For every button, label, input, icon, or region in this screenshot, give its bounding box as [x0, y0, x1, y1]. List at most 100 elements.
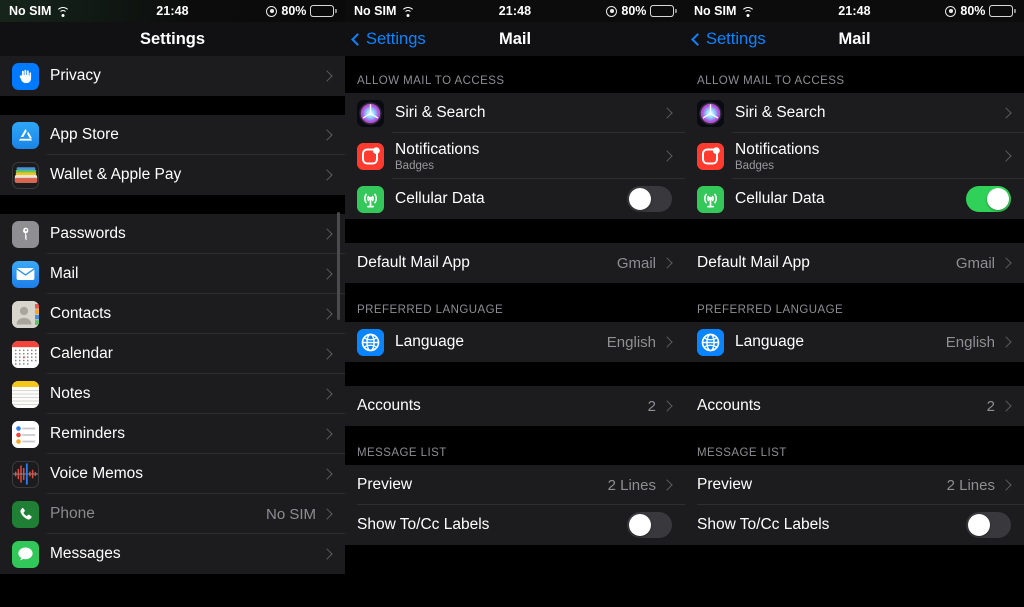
row-contacts[interactable]: Contacts: [0, 294, 345, 334]
notifications-icon: [357, 142, 384, 170]
row-default-mail-app[interactable]: Default Mail App Gmail: [685, 243, 1024, 283]
row-value: No SIM: [265, 505, 316, 523]
phone-icon: [12, 500, 39, 528]
row-privacy[interactable]: Privacy: [0, 56, 345, 96]
chevron-right-icon: [321, 228, 333, 240]
clock-label: 21:48: [498, 4, 532, 18]
row-value: 2: [647, 397, 656, 415]
row-text: Notes: [50, 385, 323, 403]
chevron-right-icon: [1000, 150, 1012, 162]
row-phone[interactable]: Phone No SIM: [0, 494, 345, 534]
chevron-right-icon: [1000, 257, 1012, 269]
scroll-indicator[interactable]: [337, 212, 340, 320]
row-text: Cellular Data: [395, 190, 627, 208]
notes-icon: [12, 380, 39, 408]
messages-icon: [12, 540, 39, 568]
clock-label: 21:48: [838, 4, 871, 18]
row-label: Privacy: [50, 67, 101, 84]
toggle-cellular-data[interactable]: [966, 186, 1011, 212]
row-preview[interactable]: Preview 2 Lines: [685, 465, 1024, 505]
row-text: Notifications Badges: [735, 141, 1002, 172]
chevron-right-icon: [321, 129, 333, 141]
group-gap: [345, 219, 685, 243]
app-store-icon: [12, 121, 39, 149]
row-language[interactable]: Language English: [685, 322, 1024, 362]
group-gap: [345, 426, 685, 448]
row-wallet-apple-pay[interactable]: Wallet & Apple Pay: [0, 155, 345, 195]
row-voice-memos[interactable]: Voice Memos: [0, 454, 345, 494]
row-cellular-data[interactable]: Cellular Data: [345, 179, 685, 219]
row-app-store[interactable]: App Store: [0, 115, 345, 155]
row-value: English: [945, 333, 995, 351]
row-text: Siri & Search: [735, 104, 1002, 122]
row-accounts[interactable]: Accounts 2: [685, 386, 1024, 426]
group-gap: [0, 195, 345, 214]
back-button[interactable]: Settings: [345, 30, 426, 49]
chevron-right-icon: [321, 548, 333, 560]
mail-scroll-area[interactable]: ALLOW MAIL TO ACCESS Siri & Search Notific…: [685, 56, 1024, 545]
chevron-right-icon: [321, 70, 333, 82]
sidebar-navbar: Settings: [0, 22, 345, 56]
mail-scroll-area[interactable]: ALLOW MAIL TO ACCESS Siri & Search Notific…: [345, 56, 685, 545]
row-text: Show To/Cc Labels: [697, 516, 966, 534]
mail-envelope-icon: [12, 260, 39, 288]
toggle-cellular-data[interactable]: [627, 186, 672, 212]
row-value: 2 Lines: [946, 476, 995, 494]
row-siri-search[interactable]: Siri & Search: [685, 93, 1024, 133]
section-header-message-list: MESSAGE LIST: [685, 447, 1024, 465]
row-label: Wallet & Apple Pay: [50, 166, 182, 183]
location-services-icon: [606, 5, 618, 17]
row-notifications[interactable]: Notifications Badges: [345, 133, 685, 179]
row-passwords[interactable]: Passwords: [0, 214, 345, 254]
row-reminders[interactable]: Reminders: [0, 414, 345, 454]
row-calendar[interactable]: Calendar: [0, 334, 345, 374]
privacy-hand-icon: [12, 62, 39, 90]
toggle-show-to-cc-labels[interactable]: [966, 512, 1011, 538]
section-header-allow-mail-to-access: ALLOW MAIL TO ACCESS: [685, 75, 1024, 93]
three-panel-screenshot: No SIM 21:48 80% Settings Privacy App Sto…: [0, 0, 1024, 607]
voice-memos-icon: [12, 460, 39, 488]
row-notes[interactable]: Notes: [0, 374, 345, 414]
row-label: Notifications: [735, 140, 820, 158]
chevron-right-icon: [321, 388, 333, 400]
settings-scroll-area[interactable]: Privacy App Store Wallet & Apple Pay Passwo…: [0, 56, 345, 574]
row-text: Default Mail App: [697, 254, 956, 272]
row-default-mail-app[interactable]: Default Mail App Gmail: [345, 243, 685, 283]
row-label: Passwords: [50, 225, 126, 242]
back-button[interactable]: Settings: [685, 30, 766, 49]
toggle-show-to-cc-labels[interactable]: [627, 512, 672, 538]
row-value: English: [606, 333, 656, 351]
mail-navbar: Settings Mail: [685, 22, 1024, 56]
row-text: Privacy: [50, 67, 323, 85]
mail-navbar: Settings Mail: [345, 22, 685, 56]
row-value: Gmail: [616, 254, 656, 272]
row-label: Siri & Search: [735, 104, 826, 121]
cellular-data-icon: [697, 185, 724, 213]
group-gap: [685, 283, 1024, 305]
row-text: Preview: [697, 476, 947, 494]
row-preview[interactable]: Preview 2 Lines: [345, 465, 685, 505]
settings-group: Preview 2 Lines Show To/Cc Labels: [685, 465, 1024, 545]
row-cellular-data[interactable]: Cellular Data: [685, 179, 1024, 219]
row-value: 2 Lines: [607, 476, 656, 494]
row-language[interactable]: Language English: [345, 322, 685, 362]
row-notifications[interactable]: Notifications Badges: [685, 133, 1024, 179]
row-label: Calendar: [50, 345, 113, 362]
row-label: Show To/Cc Labels: [357, 516, 490, 533]
row-label: Default Mail App: [697, 254, 810, 271]
status-bar-sidebar: No SIM 21:48 80%: [0, 0, 345, 22]
row-show-to-cc-labels[interactable]: Show To/Cc Labels: [345, 505, 685, 545]
row-siri-search[interactable]: Siri & Search: [345, 93, 685, 133]
row-show-to-cc-labels[interactable]: Show To/Cc Labels: [685, 505, 1024, 545]
row-label: Cellular Data: [735, 190, 825, 207]
reminders-icon: [12, 420, 39, 448]
row-mail[interactable]: Mail: [0, 254, 345, 294]
row-accounts[interactable]: Accounts 2: [345, 386, 685, 426]
row-text: Preview: [357, 476, 608, 494]
row-label: Default Mail App: [357, 254, 470, 271]
chevron-right-icon: [321, 508, 333, 520]
chevron-right-icon: [321, 468, 333, 480]
mail-settings-panel-right: No SIM 21:48 80% Settings Mail ALLOW MAI…: [685, 0, 1024, 607]
toggle-knob: [987, 188, 1009, 210]
row-messages[interactable]: Messages: [0, 534, 345, 574]
